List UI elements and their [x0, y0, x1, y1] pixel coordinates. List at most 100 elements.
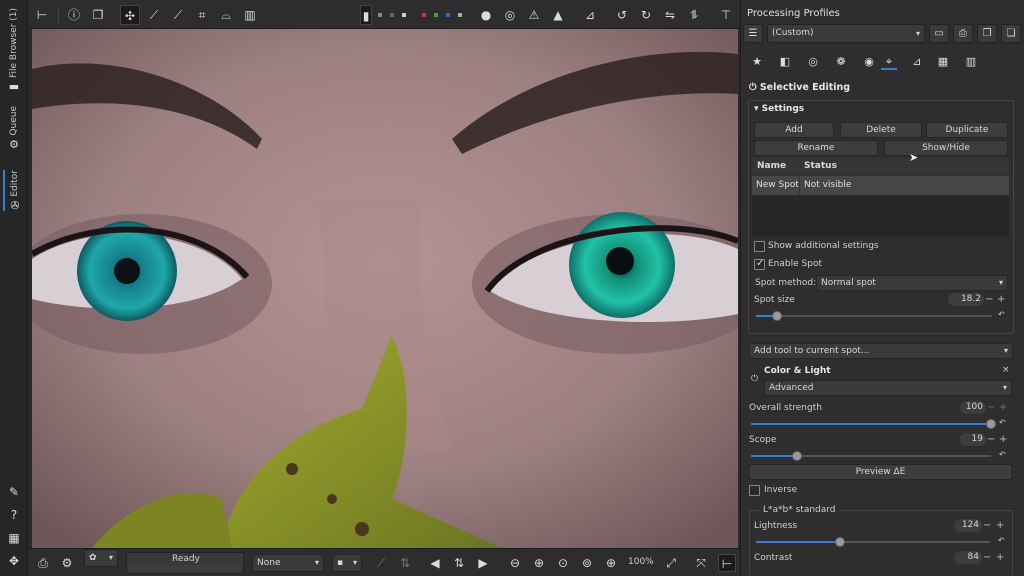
complexity-select[interactable]: Advanced ▾	[764, 380, 1012, 396]
plus-icon[interactable]: +	[999, 433, 1007, 446]
save-profile-icon[interactable]: ⎙	[953, 24, 973, 43]
favorites-tab-icon[interactable]: ★	[749, 54, 765, 70]
green-channel-icon[interactable]	[434, 13, 438, 17]
spot-size-slider[interactable]	[756, 311, 992, 321]
compare-icon[interactable]: ⊢	[32, 5, 52, 25]
zoom-fit-crop-icon[interactable]: ⊚	[578, 554, 596, 572]
flip-v-icon[interactable]: ⥮	[684, 5, 704, 25]
preview-delta-e-button[interactable]: Preview ΔE	[749, 464, 1012, 480]
table-row[interactable]: New Spot Not visible	[752, 176, 1009, 195]
zoom-out-icon[interactable]: ⊖	[506, 554, 524, 572]
straighten-icon[interactable]: ⌓	[216, 5, 236, 25]
show-hide-button[interactable]: Show/Hide	[884, 140, 1008, 156]
color-label-combo[interactable]: None ▾	[252, 554, 324, 572]
local-adjustments-tab-icon[interactable]: ⌖	[881, 54, 897, 70]
contrast-value[interactable]: 84	[954, 551, 982, 564]
lightness-value[interactable]: 124	[954, 519, 982, 532]
flip-h-icon[interactable]: ⇋	[660, 5, 680, 25]
slider-knob[interactable]	[986, 419, 996, 429]
profile-list-icon[interactable]: ☰	[743, 24, 763, 43]
minus-icon[interactable]: −	[987, 433, 995, 446]
zoom-in-icon[interactable]: ⊕	[530, 554, 548, 572]
shadow-clip-icon[interactable]: ◎	[500, 5, 520, 25]
sync-icon[interactable]: ⇅	[450, 554, 468, 572]
white-balance-icon[interactable]: ⟋	[168, 5, 188, 25]
fullscreen-icon[interactable]: ⤧	[692, 554, 710, 572]
rotate-left-icon[interactable]: ↺	[612, 5, 632, 25]
new-detail-window-icon[interactable]: ⤢	[662, 554, 680, 572]
spot-icon[interactable]: ▮	[360, 5, 372, 25]
lightness-slider[interactable]	[756, 537, 990, 547]
next-image-icon[interactable]: ▶	[474, 554, 492, 572]
paste-profile-icon[interactable]: ⇅	[396, 554, 414, 572]
tab-queue[interactable]: Queue ⚙	[3, 106, 25, 150]
move-icon[interactable]: ✥	[6, 553, 22, 569]
plus-icon[interactable]: +	[996, 519, 1004, 532]
scope-slider[interactable]	[751, 451, 991, 461]
open-profile-icon[interactable]: ▭	[929, 24, 949, 43]
inverse-checkbox[interactable]	[749, 485, 760, 496]
plus-icon[interactable]: +	[996, 551, 1004, 564]
focus-mask-icon[interactable]: ●	[476, 5, 496, 25]
info-icon[interactable]: ⓘ	[64, 5, 84, 25]
delete-spot-button[interactable]: Delete	[840, 122, 922, 138]
picker-icon[interactable]: ⟋	[144, 5, 164, 25]
plus-icon[interactable]: +	[997, 293, 1005, 306]
overall-strength-value[interactable]: 100	[960, 401, 986, 414]
zoom-fit-icon[interactable]: ⊙	[554, 554, 572, 572]
color-tab-icon[interactable]: ❁	[833, 54, 849, 70]
warning-filled-icon[interactable]: ▲	[548, 5, 568, 25]
toggle-panels-icon[interactable]: ⊢	[718, 554, 736, 572]
profile-select[interactable]: (Custom) ▾	[767, 24, 925, 43]
enable-spot-checkbox[interactable]	[754, 258, 765, 270]
power-icon[interactable]: ⏻	[749, 82, 757, 93]
duplicate-spot-button[interactable]: Duplicate	[926, 122, 1008, 138]
plus-icon[interactable]: +	[999, 401, 1007, 414]
column-status[interactable]: Status	[804, 161, 837, 171]
grid-icon[interactable]: ▦	[6, 530, 22, 546]
scope-value[interactable]: 19	[960, 433, 986, 446]
before-after-icon[interactable]: ❐	[88, 5, 108, 25]
panel-toggle-icon[interactable]: ⊤	[716, 5, 736, 25]
image-preview[interactable]	[32, 29, 738, 548]
close-icon[interactable]: ×	[1002, 365, 1010, 375]
reset-icon[interactable]: ↶	[999, 418, 1006, 427]
tab-file-browser[interactable]: File Browser (1) ▬	[3, 8, 25, 92]
zoom-100-icon[interactable]: ⊕	[602, 554, 620, 572]
save-icon[interactable]: ⎙	[34, 554, 52, 572]
paste-profile-icon[interactable]: ❏	[1001, 24, 1021, 43]
show-additional-checkbox[interactable]	[754, 241, 765, 252]
advanced-tab-icon[interactable]: ◉	[861, 54, 877, 70]
tab-editor[interactable]: Editor ✇	[3, 170, 25, 211]
overall-strength-slider[interactable]	[751, 419, 996, 429]
blue-channel-icon[interactable]	[446, 13, 450, 17]
external-editor-combo[interactable]: ✿ ▾	[84, 549, 118, 567]
rank-combo[interactable]: ▪ ▾	[332, 554, 362, 572]
spot-size-value[interactable]: 18.2	[948, 293, 984, 306]
pen-icon[interactable]: ✎	[6, 484, 22, 500]
previous-image-icon[interactable]: ◀	[426, 554, 444, 572]
reset-icon[interactable]: ↶	[998, 536, 1005, 545]
crop-icon[interactable]: ⌗	[192, 5, 212, 25]
exposure-tab-icon[interactable]: ◧	[777, 54, 793, 70]
rotate-right-icon[interactable]: ↻	[636, 5, 656, 25]
warning-icon[interactable]: ⚠	[524, 5, 544, 25]
minus-icon[interactable]: −	[983, 519, 991, 532]
hand-icon[interactable]: ✣	[120, 5, 140, 25]
histogram-icon[interactable]: ⊿	[580, 5, 600, 25]
slider-knob[interactable]	[791, 451, 802, 461]
queue-add-icon[interactable]: ⚙	[58, 554, 76, 572]
minus-icon[interactable]: −	[987, 401, 995, 414]
luminance-channel-icon[interactable]	[458, 13, 462, 17]
add-tool-select[interactable]: Add tool to current spot... ▾	[749, 343, 1013, 359]
spot-method-select[interactable]: Normal spot ▾	[816, 275, 1008, 291]
add-spot-button[interactable]: Add	[754, 122, 834, 138]
metadata-tab-icon[interactable]: ▥	[963, 54, 979, 70]
copy-profile-icon[interactable]: ⟋	[372, 554, 390, 572]
rename-spot-button[interactable]: Rename	[754, 140, 878, 156]
spot-table-empty-area[interactable]	[752, 195, 1009, 237]
help-icon[interactable]: ?	[6, 507, 22, 523]
minus-icon[interactable]: −	[985, 293, 993, 306]
power-icon[interactable]: ⏻	[751, 374, 758, 384]
settings-expander[interactable]: ▾ Settings	[754, 104, 804, 114]
